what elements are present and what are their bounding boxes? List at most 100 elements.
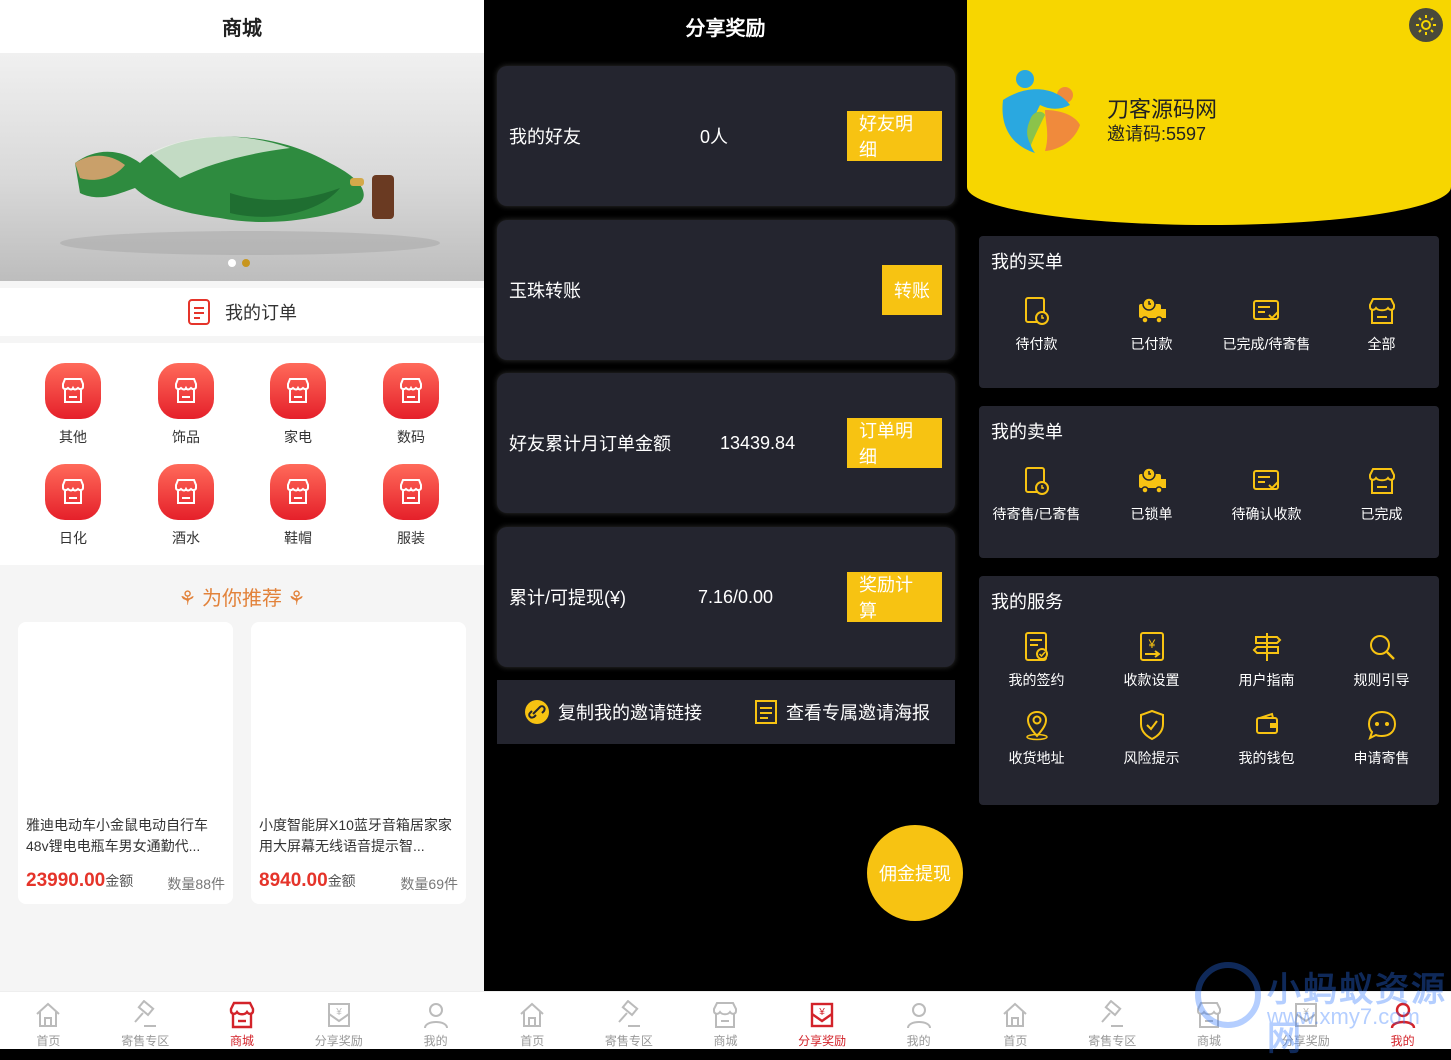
delivery-truck-icon — [1138, 467, 1166, 494]
category-item[interactable]: 鞋帽 — [258, 464, 338, 548]
svg-text:¥: ¥ — [335, 1007, 342, 1018]
card-check-icon — [1252, 470, 1279, 490]
category-item[interactable]: 饰品 — [146, 363, 226, 447]
order-list-icon — [188, 299, 210, 325]
gavel-icon — [618, 1000, 640, 1027]
yuan-document-icon: ¥ — [1139, 632, 1164, 661]
delivery-truck-icon — [1138, 297, 1166, 324]
category-label: 数码 — [397, 429, 425, 445]
store-icon — [383, 363, 439, 419]
category-item[interactable]: 家电 — [258, 363, 338, 447]
tab-label: 分享奖励 — [798, 1034, 847, 1048]
service-risk-notice[interactable]: 风险提示 — [1094, 708, 1209, 768]
gear-icon — [1416, 15, 1436, 35]
category-item[interactable]: 服装 — [371, 464, 451, 548]
tab-consign[interactable]: 寄售专区 — [1064, 992, 1161, 1049]
sell-locked[interactable]: 已锁单 — [1094, 464, 1209, 524]
transfer-button[interactable]: 转账 — [882, 265, 942, 315]
svg-text:¥: ¥ — [1302, 1007, 1309, 1018]
section-title: 我的服务 — [991, 592, 1063, 612]
service-rules-guide[interactable]: 规则引导 — [1324, 630, 1439, 690]
tab-share[interactable]: ¥ 分享奖励 — [290, 992, 387, 1049]
category-item[interactable]: 酒水 — [146, 464, 226, 548]
friend-detail-button[interactable]: 好友明细 — [847, 111, 942, 161]
carousel-dot-active[interactable] — [242, 259, 250, 267]
avatar — [1002, 70, 1080, 153]
person-icon — [906, 1003, 931, 1029]
tab-mine[interactable]: 我的 — [1354, 992, 1451, 1049]
tab-mine[interactable]: 我的 — [870, 992, 967, 1049]
tab-label: 寄售专区 — [1088, 1034, 1137, 1048]
product-card[interactable]: 雅迪电动车小金鼠电动自行车48v锂电电瓶车男女通勤代... 23990.00金额… — [18, 622, 233, 904]
row-value: 0人 — [700, 127, 729, 147]
store-icon — [158, 464, 214, 520]
settings-button[interactable] — [1409, 8, 1443, 42]
tab-home[interactable]: 首页 — [484, 992, 581, 1049]
tab-label: 我的 — [906, 1034, 931, 1048]
item-label: 已完成/待寄售 — [1222, 336, 1311, 352]
item-label: 已付款 — [1130, 336, 1173, 352]
tab-mine[interactable]: 我的 — [387, 992, 484, 1049]
commission-withdraw-button[interactable]: 佣金提现 — [867, 825, 963, 921]
tab-shop[interactable]: 商城 — [677, 992, 774, 1049]
tab-shop[interactable]: 商城 — [194, 992, 291, 1049]
sell-confirm-receipt[interactable]: 待确认收款 — [1209, 464, 1324, 524]
category-label: 日化 — [59, 530, 87, 546]
product-card[interactable]: 小度智能屏X10蓝牙音箱居家家用大屏幕无线语音提示智... 8940.00金额 … — [251, 622, 466, 904]
item-label: 用户指南 — [1238, 672, 1295, 688]
item-label: 收货地址 — [1008, 750, 1065, 766]
tab-shop[interactable]: 商城 — [1161, 992, 1258, 1049]
order-detail-button[interactable]: 订单明细 — [847, 418, 942, 468]
svg-text:¥: ¥ — [1147, 637, 1155, 651]
transfer-row: 玉珠转账 转账 — [497, 220, 955, 360]
price-value: 23990.00 — [26, 870, 106, 891]
chat-bubble-icon — [1367, 710, 1396, 740]
product-quantity: 数量88件 — [167, 876, 225, 892]
sell-pending-consign[interactable]: 待寄售/已寄售 — [979, 464, 1094, 524]
buy-pending-payment[interactable]: 待付款 — [979, 294, 1094, 354]
row-value: 7.16/0.00 — [698, 586, 774, 607]
tab-label: 首页 — [520, 1034, 545, 1048]
store-icon — [270, 363, 326, 419]
service-my-wallet[interactable]: 我的钱包 — [1209, 708, 1324, 768]
reward-calc-button[interactable]: 奖励计算 — [847, 572, 942, 622]
service-shipping-address[interactable]: 收货地址 — [979, 708, 1094, 768]
buy-paid[interactable]: 已付款 — [1094, 294, 1209, 354]
service-payment-settings[interactable]: ¥ 收款设置 — [1094, 630, 1209, 690]
service-my-contract[interactable]: 我的签约 — [979, 630, 1094, 690]
banner-carousel[interactable] — [0, 53, 484, 281]
my-buy-orders-section: 我的买单 待付款 已付款 已完成/待寄售 全部 — [979, 236, 1439, 388]
service-user-guide[interactable]: 用户指南 — [1209, 630, 1324, 690]
item-label: 已锁单 — [1130, 506, 1173, 522]
link-icon — [525, 700, 549, 724]
tab-consign[interactable]: 寄售专区 — [97, 992, 194, 1049]
tab-consign[interactable]: 寄售专区 — [581, 992, 678, 1049]
tab-home[interactable]: 首页 — [0, 992, 97, 1049]
buy-completed[interactable]: 已完成/待寄售 — [1209, 294, 1324, 354]
my-orders-bar[interactable]: 我的订单 — [0, 288, 484, 336]
category-item[interactable]: 日化 — [33, 464, 113, 548]
service-apply-consign[interactable]: 申请寄售 — [1324, 708, 1439, 768]
sell-completed[interactable]: 已完成 — [1324, 464, 1439, 524]
my-services-section: 我的服务 我的签约 ¥ 收款设置 用户指南 规则引导 收货地址 风险提示 我的钱包… — [979, 576, 1439, 805]
tab-bar: 首页 寄售专区 商城 ¥ 分享奖励 我的 — [484, 991, 967, 1049]
page-title: 商城 — [0, 0, 484, 53]
tab-home[interactable]: 首页 — [967, 992, 1064, 1049]
tab-label: 首页 — [1003, 1034, 1028, 1048]
tab-bar: 首页 寄售专区 商城 ¥ 分享奖励 我的 — [0, 991, 484, 1049]
jade-fish-image — [60, 136, 440, 255]
row-label: 玉珠转账 — [509, 281, 581, 301]
tab-share[interactable]: ¥ 分享奖励 — [1257, 992, 1354, 1049]
buy-all[interactable]: 全部 — [1324, 294, 1439, 354]
carousel-dot[interactable] — [228, 259, 236, 267]
store-icon — [229, 1001, 255, 1029]
tab-share[interactable]: ¥ 分享奖励 — [774, 992, 871, 1049]
row-label: 好友累计月订单金额 — [509, 434, 671, 454]
section-title: 我的卖单 — [991, 422, 1063, 442]
copy-link-button[interactable]: 复制我的邀请链接 — [524, 699, 702, 725]
invite-poster-button[interactable]: 查看专属邀请海报 — [754, 699, 930, 725]
category-item[interactable]: 其他 — [33, 363, 113, 447]
recommend-heading: ⚘ 为你推荐 ⚘ — [0, 582, 484, 611]
category-item[interactable]: 数码 — [371, 363, 451, 447]
store-icon — [45, 363, 101, 419]
